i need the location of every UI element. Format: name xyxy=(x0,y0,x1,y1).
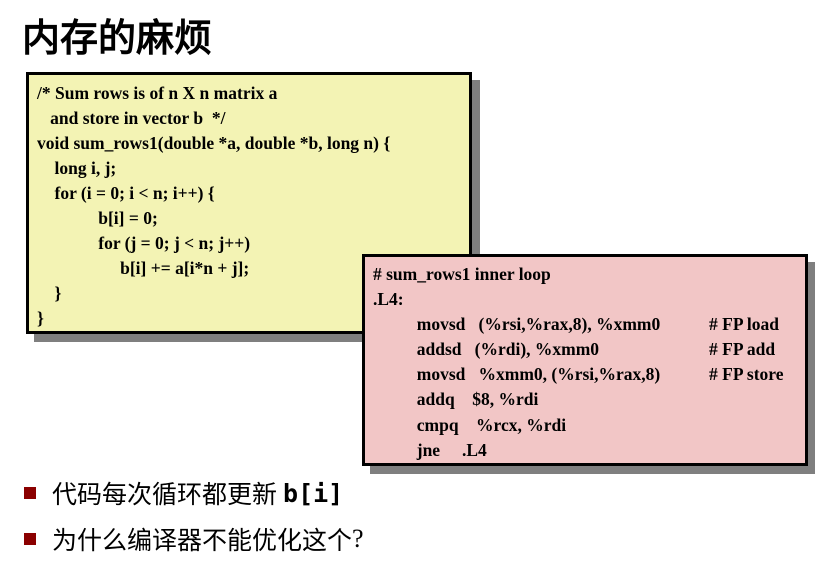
asm-code-line: jne .L4 xyxy=(373,438,805,463)
bullet-text: 为什么编译器不能优化这个 xyxy=(52,526,353,555)
asm-code-line: addq $8, %rdi xyxy=(373,387,805,412)
asm-label: .L4: xyxy=(373,289,404,310)
c-code-line: void sum_rows1(double *a, double *b, lon… xyxy=(37,133,391,153)
asm-comment: # FP load xyxy=(709,314,780,335)
asm-code-line: # sum_rows1 inner loop xyxy=(373,262,805,287)
asm-comment: # FP store xyxy=(709,364,784,385)
bullet-list: 代码每次循环都更新 b[i] 为什么编译器不能优化这个 ? xyxy=(22,470,364,562)
c-code-line: /* Sum rows is of n X n matrix a xyxy=(37,83,278,103)
c-code-line: for (i = 0; i < n; i++) { xyxy=(37,183,215,203)
asm-code-box: # sum_rows1 inner loop .L4: movsd (%rsi,… xyxy=(362,254,808,466)
bullet-item: 为什么编译器不能优化这个 ? xyxy=(22,516,364,562)
c-code-line: long i, j; xyxy=(37,158,117,178)
asm-instruction: addsd (%rdi), %xmm0 xyxy=(373,339,600,360)
asm-code-line: .L4: xyxy=(373,287,805,312)
asm-instruction: addq $8, %rdi xyxy=(373,389,539,410)
bullet-code: b[i] xyxy=(283,478,344,508)
asm-code-line: cmpq %rcx, %rdi xyxy=(373,413,805,438)
asm-code-line: movsd %xmm0, (%rsi,%rax,8) # FP store xyxy=(373,362,805,387)
asm-instruction: # sum_rows1 inner loop xyxy=(373,264,551,284)
asm-instruction: jne .L4 xyxy=(373,439,487,460)
c-code-line: and store in vector b */ xyxy=(37,108,226,128)
asm-instruction: movsd (%rsi,%rax,8), %xmm0 xyxy=(373,314,661,335)
square-bullet-icon xyxy=(24,487,36,499)
c-code-line: for (j = 0; j < n; j++) xyxy=(37,233,251,253)
asm-code-line: addsd (%rdi), %xmm0 # FP add xyxy=(373,337,805,362)
asm-instruction: movsd %xmm0, (%rsi,%rax,8) xyxy=(373,364,661,385)
bullet-item: 代码每次循环都更新 b[i] xyxy=(22,470,364,516)
slide-title: 内存的麻烦 xyxy=(22,16,213,60)
asm-code-line: movsd (%rsi,%rax,8), %xmm0 # FP load xyxy=(373,312,805,337)
square-bullet-icon xyxy=(24,533,36,545)
asm-comment: # FP add xyxy=(709,339,776,360)
c-code-line: b[i] = 0; xyxy=(37,208,158,228)
asm-instruction: cmpq %rcx, %rdi xyxy=(373,414,567,435)
bullet-question-mark: ? xyxy=(352,524,364,553)
bullet-text: 代码每次循环都更新 xyxy=(52,480,278,509)
